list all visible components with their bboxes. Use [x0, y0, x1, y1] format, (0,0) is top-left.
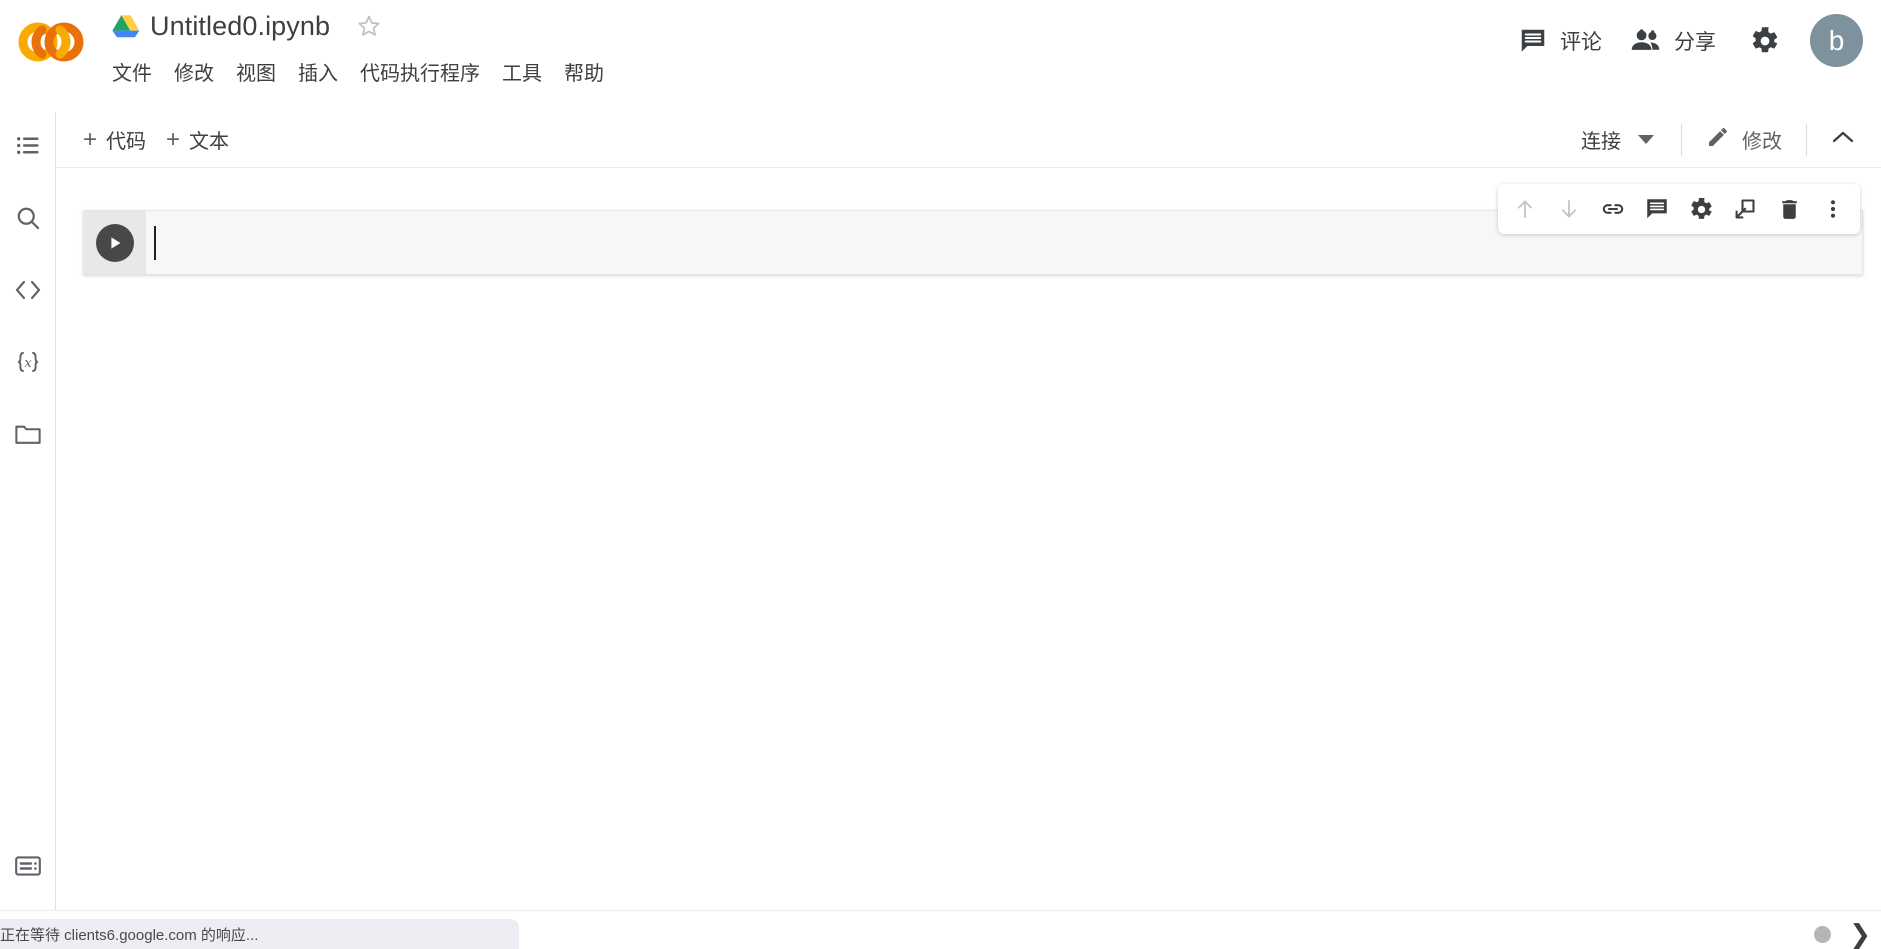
comment-button-label: 评论: [1560, 30, 1602, 54]
sidebar-item-code-snippets[interactable]: [0, 256, 56, 328]
link-icon: [1602, 204, 1624, 214]
status-bar-right: ❯: [1814, 921, 1871, 947]
page-title[interactable]: Untitled0.ipynb: [150, 8, 330, 44]
text-cursor: [154, 225, 156, 260]
share-button-label: 分享: [1674, 30, 1716, 54]
add-text-cell-button[interactable]: + 文本: [156, 120, 239, 159]
sidebar-item-table-of-contents[interactable]: [0, 112, 56, 184]
cell-link-button[interactable]: [1592, 188, 1634, 230]
add-code-cell-button[interactable]: + 代码: [73, 120, 156, 159]
collapse-toolbar-button[interactable]: [1821, 123, 1869, 156]
menu-insert[interactable]: 插入: [287, 58, 349, 90]
connect-button-label: 连接: [1581, 131, 1621, 153]
plus-icon: +: [83, 125, 98, 153]
arrow-up-icon: [1518, 200, 1532, 218]
notebook-toolbar: + 代码 + 文本 连接 修改: [57, 112, 1881, 168]
menu-edit[interactable]: 修改: [163, 58, 225, 90]
pencil-icon: [1706, 125, 1730, 155]
sidebar-item-terminal[interactable]: [0, 832, 56, 904]
add-code-cell-label: 代码: [106, 131, 147, 153]
google-drive-icon: [112, 14, 140, 38]
edit-button[interactable]: 修改: [1696, 119, 1792, 161]
sidebar-item-search[interactable]: [0, 184, 56, 256]
app-header: Untitled0.ipynb 文件 修改 视图 插入 代码执行程序 工具 帮助: [0, 0, 1881, 112]
comment-button[interactable]: 评论: [1504, 20, 1616, 62]
status-bar: 正在等待 clients6.google.com 的响应... ❯: [0, 910, 1881, 949]
comment-icon: [1518, 26, 1548, 56]
arrow-down-icon: [1562, 200, 1576, 218]
add-text-cell-label: 文本: [189, 131, 230, 153]
terminal-icon: [14, 854, 42, 883]
toolbar-divider: [1806, 123, 1807, 156]
cell-move-up-button[interactable]: [1504, 188, 1546, 230]
cell-delete-button[interactable]: [1768, 188, 1810, 230]
chevron-right-icon[interactable]: ❯: [1849, 921, 1871, 947]
variables-braces-icon: x: [12, 348, 44, 381]
share-button[interactable]: 分享: [1616, 20, 1730, 62]
menu-tools[interactable]: 工具: [491, 58, 553, 90]
cell-settings-button[interactable]: [1680, 188, 1722, 230]
chevron-down-icon: [1637, 128, 1655, 151]
code-brackets-icon: [13, 277, 43, 308]
edit-button-label: 修改: [1742, 131, 1782, 153]
connect-button[interactable]: 连接: [1569, 119, 1667, 160]
cell-mirror-button[interactable]: [1724, 188, 1766, 230]
header-actions: 评论 分享 b: [1504, 14, 1863, 67]
menu-bar: 文件 修改 视图 插入 代码执行程序 工具 帮助: [112, 58, 615, 90]
menu-view[interactable]: 视图: [225, 58, 287, 90]
cell-move-down-button[interactable]: [1548, 188, 1590, 230]
toolbar-divider: [1681, 123, 1682, 156]
comment-icon: [1647, 199, 1667, 219]
settings-button[interactable]: [1738, 18, 1792, 64]
menu-file[interactable]: 文件: [112, 58, 163, 90]
open-in-new-icon: [1735, 199, 1755, 219]
colab-app: Untitled0.ipynb 文件 修改 视图 插入 代码执行程序 工具 帮助: [0, 0, 1881, 949]
star-outline-icon[interactable]: [340, 13, 382, 39]
sidebar-item-variables[interactable]: x: [0, 328, 56, 400]
plus-icon: +: [166, 125, 181, 153]
run-cell-button[interactable]: [96, 223, 134, 262]
gear-icon: [1750, 26, 1780, 56]
people-icon: [1630, 26, 1662, 56]
cell-comment-button[interactable]: [1636, 188, 1678, 230]
sidebar-item-files[interactable]: [0, 400, 56, 472]
left-sidebar: x: [0, 112, 56, 910]
cell-toolbar: [1498, 184, 1860, 234]
menu-runtime[interactable]: 代码执行程序: [349, 58, 491, 90]
cell-gutter: [84, 211, 146, 274]
loading-dot-icon: [1814, 925, 1832, 943]
status-message-pill: 正在等待 clients6.google.com 的响应...: [0, 919, 519, 949]
play-icon: [111, 236, 121, 249]
chevron-up-icon: [1831, 131, 1855, 149]
avatar[interactable]: b: [1810, 14, 1863, 67]
colab-logo[interactable]: [12, 18, 90, 66]
svg-text:x: x: [24, 356, 32, 371]
list-icon: [15, 132, 42, 164]
cell-wrapper: [83, 184, 1881, 275]
notebook-area: [57, 169, 1881, 910]
trash-icon: [1781, 199, 1797, 219]
cell-more-button[interactable]: [1812, 188, 1854, 230]
folder-icon: [14, 421, 42, 452]
more-vertical-icon: [1830, 200, 1836, 218]
gear-icon: [1690, 197, 1712, 219]
status-message: 正在等待 clients6.google.com 的响应...: [0, 926, 259, 944]
document-title-row: Untitled0.ipynb: [112, 8, 382, 44]
search-icon: [14, 204, 42, 237]
menu-help[interactable]: 帮助: [553, 58, 615, 90]
